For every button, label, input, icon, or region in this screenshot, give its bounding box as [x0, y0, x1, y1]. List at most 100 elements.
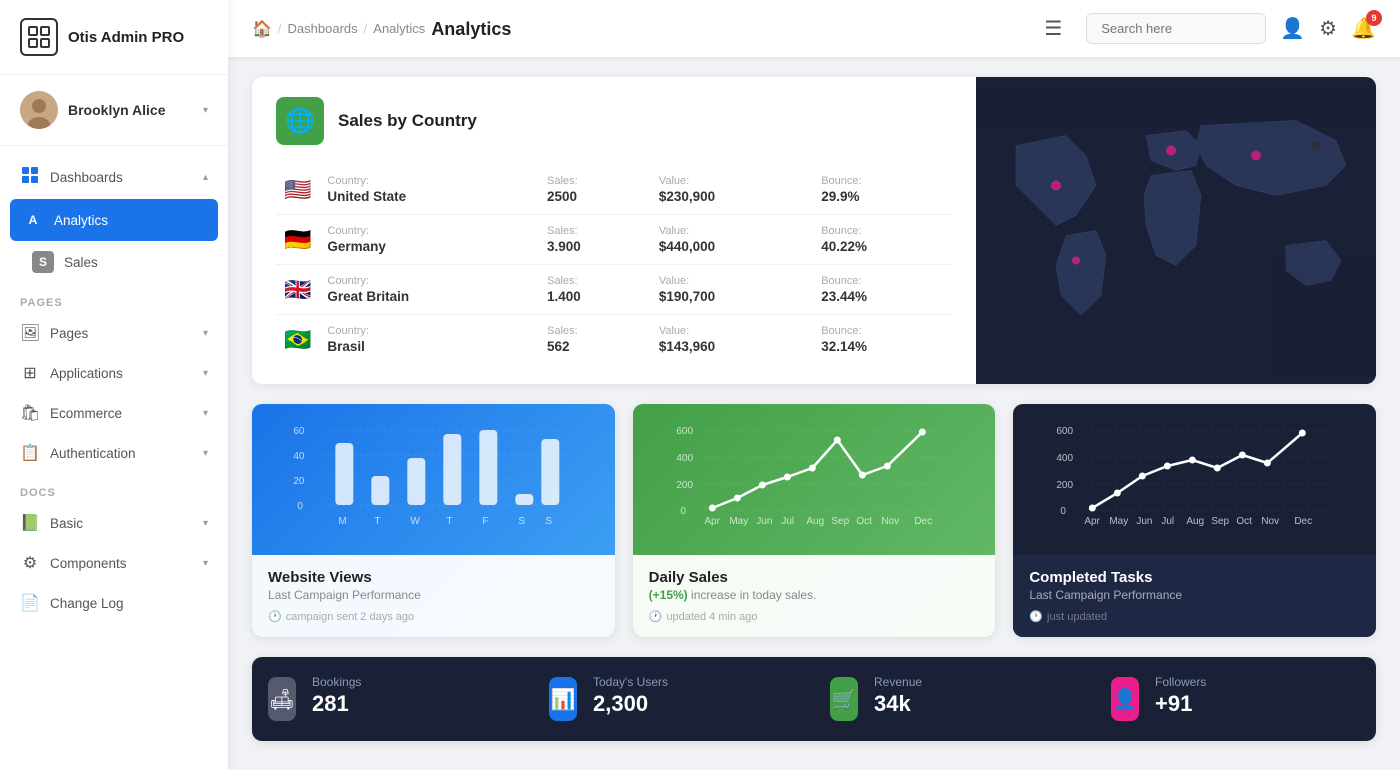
- svg-text:Sep: Sep: [831, 516, 849, 527]
- daily-sales-meta: 🕐 updated 4 min ago: [649, 610, 980, 623]
- sidebar-nav: Dashboards ▴ A Analytics S Sales PAGES 🖼…: [0, 146, 228, 770]
- page-title: Analytics: [431, 19, 511, 40]
- components-label: Components: [50, 556, 127, 571]
- sales-table-side: 🌐 Sales by Country 🇺🇸 Country:United Sta…: [252, 77, 976, 384]
- svg-text:Jun: Jun: [1137, 516, 1153, 527]
- sidebar-item-analytics[interactable]: A Analytics: [10, 199, 218, 241]
- globe-icon: 🌐: [276, 97, 324, 145]
- changelog-icon: 📄: [20, 593, 40, 613]
- flag-cell: 🇩🇪: [276, 215, 319, 265]
- stats-row: 🛋Bookings281📊Today's Users2,300🛒Revenue3…: [252, 657, 1376, 741]
- website-views-info: Website Views Last Campaign Performance …: [252, 555, 615, 637]
- svg-text:200: 200: [1057, 480, 1074, 491]
- country-cell: Country:Great Britain: [319, 265, 539, 315]
- svg-text:Sep: Sep: [1212, 516, 1230, 527]
- hamburger-button[interactable]: ☰: [1036, 12, 1070, 45]
- breadcrumb-analytics: Analytics: [373, 21, 425, 36]
- sidebar-item-dashboards[interactable]: Dashboards ▴: [0, 156, 228, 199]
- profile-chevron-icon: ▾: [203, 105, 208, 116]
- profile-area[interactable]: Brooklyn Alice ▾: [0, 75, 228, 146]
- notification-icon[interactable]: 🔔 9: [1351, 16, 1376, 41]
- sales-cell: Sales:1.400: [539, 265, 651, 315]
- components-chevron-icon: ▾: [203, 558, 208, 569]
- authentication-icon: 📋: [20, 443, 40, 463]
- bounce-cell: Bounce:23.44%: [813, 265, 952, 315]
- svg-text:400: 400: [1057, 453, 1074, 464]
- svg-text:Aug: Aug: [806, 516, 824, 527]
- svg-text:60: 60: [293, 426, 305, 437]
- stat-icon-box: 📊: [549, 677, 577, 721]
- svg-text:20: 20: [293, 476, 305, 487]
- daily-sales-card: 600 400 200 0: [633, 404, 996, 637]
- country-table: 🇺🇸 Country:United State Sales:2500 Value…: [276, 165, 952, 364]
- stat-label: Today's Users: [593, 675, 804, 689]
- analytics-label: Analytics: [54, 213, 108, 228]
- svg-text:F: F: [482, 516, 488, 527]
- svg-text:40: 40: [293, 451, 305, 462]
- clock-icon: 🕐: [268, 610, 282, 623]
- sidebar-item-ecommerce[interactable]: 🛍 Ecommerce ▾: [0, 393, 228, 433]
- sales-title: Sales by Country: [338, 111, 477, 131]
- sidebar-item-applications[interactable]: ⊞ Applications ▾: [0, 353, 228, 393]
- header: 🏠 / Dashboards / Analytics Analytics ☰ 👤…: [228, 0, 1400, 57]
- svg-text:Apr: Apr: [1085, 516, 1101, 527]
- stat-icon-cell: 👤: [1095, 657, 1155, 741]
- sales-by-country-card: 🌐 Sales by Country 🇺🇸 Country:United Sta…: [252, 77, 1376, 384]
- sales-cell: Sales:562: [539, 315, 651, 365]
- svg-text:Aug: Aug: [1187, 516, 1205, 527]
- sidebar: Otis Admin PRO Brooklyn Alice ▾: [0, 0, 228, 770]
- completed-tasks-title: Completed Tasks: [1029, 569, 1360, 586]
- sidebar-item-changelog[interactable]: 📄 Change Log: [0, 583, 228, 623]
- website-views-subtitle: Last Campaign Performance: [268, 588, 599, 602]
- svg-text:W: W: [410, 516, 420, 527]
- search-input[interactable]: [1086, 13, 1266, 44]
- website-views-card: 60 40 20 0 M T: [252, 404, 615, 637]
- svg-text:Oct: Oct: [856, 516, 872, 527]
- sidebar-item-sales[interactable]: S Sales: [0, 241, 228, 283]
- chart-row: 60 40 20 0 M T: [252, 404, 1376, 637]
- stat-icon-cell: 🛒: [814, 657, 874, 741]
- daily-sales-subtitle: (+15%) increase in today sales.: [649, 588, 980, 602]
- daily-sales-title: Daily Sales: [649, 569, 980, 586]
- country-cell: Country:Brasil: [319, 315, 539, 365]
- stat-data-cell: Bookings281: [312, 657, 533, 741]
- svg-text:May: May: [729, 516, 748, 527]
- stat-value: 2,300: [593, 691, 804, 717]
- settings-icon[interactable]: ⚙: [1319, 16, 1337, 41]
- svg-text:T: T: [446, 516, 452, 527]
- basic-chevron-icon: ▾: [203, 518, 208, 529]
- country-cell: Country:United State: [319, 165, 539, 215]
- completed-tasks-meta: 🕐 just updated: [1029, 610, 1360, 623]
- sales-badge: S: [32, 251, 54, 273]
- user-icon[interactable]: 👤: [1280, 16, 1305, 41]
- stat-data-cell: Revenue34k: [874, 657, 1095, 741]
- svg-text:Nov: Nov: [881, 516, 899, 527]
- sidebar-item-components[interactable]: ⚙ Components ▾: [0, 543, 228, 583]
- table-row: 🇬🇧 Country:Great Britain Sales:1.400 Val…: [276, 265, 952, 315]
- sidebar-item-basic[interactable]: 📗 Basic ▾: [0, 503, 228, 543]
- website-views-meta: 🕐 campaign sent 2 days ago: [268, 610, 599, 623]
- dashboards-icon: [20, 166, 40, 189]
- stat-label: Followers: [1155, 675, 1366, 689]
- value-cell: Value:$190,700: [651, 265, 813, 315]
- table-row: 🇺🇸 Country:United State Sales:2500 Value…: [276, 165, 952, 215]
- analytics-badge: A: [22, 209, 44, 231]
- flag-cell: 🇺🇸: [276, 165, 319, 215]
- svg-text:T: T: [374, 516, 380, 527]
- value-cell: Value:$143,960: [651, 315, 813, 365]
- sidebar-item-pages[interactable]: 🖼 Pages ▾: [0, 313, 228, 353]
- dashboards-label: Dashboards: [50, 170, 123, 185]
- svg-text:May: May: [1110, 516, 1129, 527]
- sidebar-item-authentication[interactable]: 📋 Authentication ▾: [0, 433, 228, 473]
- applications-chevron-icon: ▾: [203, 368, 208, 379]
- svg-text:200: 200: [676, 480, 693, 491]
- completed-tasks-subtitle: Last Campaign Performance: [1029, 588, 1360, 602]
- applications-label: Applications: [50, 366, 123, 381]
- svg-text:400: 400: [676, 453, 693, 464]
- country-cell: Country:Germany: [319, 215, 539, 265]
- authentication-label: Authentication: [50, 446, 136, 461]
- svg-text:Dec: Dec: [1295, 516, 1313, 527]
- svg-text:Jul: Jul: [781, 516, 794, 527]
- components-icon: ⚙: [20, 553, 40, 573]
- stat-icon-box: 👤: [1111, 677, 1139, 721]
